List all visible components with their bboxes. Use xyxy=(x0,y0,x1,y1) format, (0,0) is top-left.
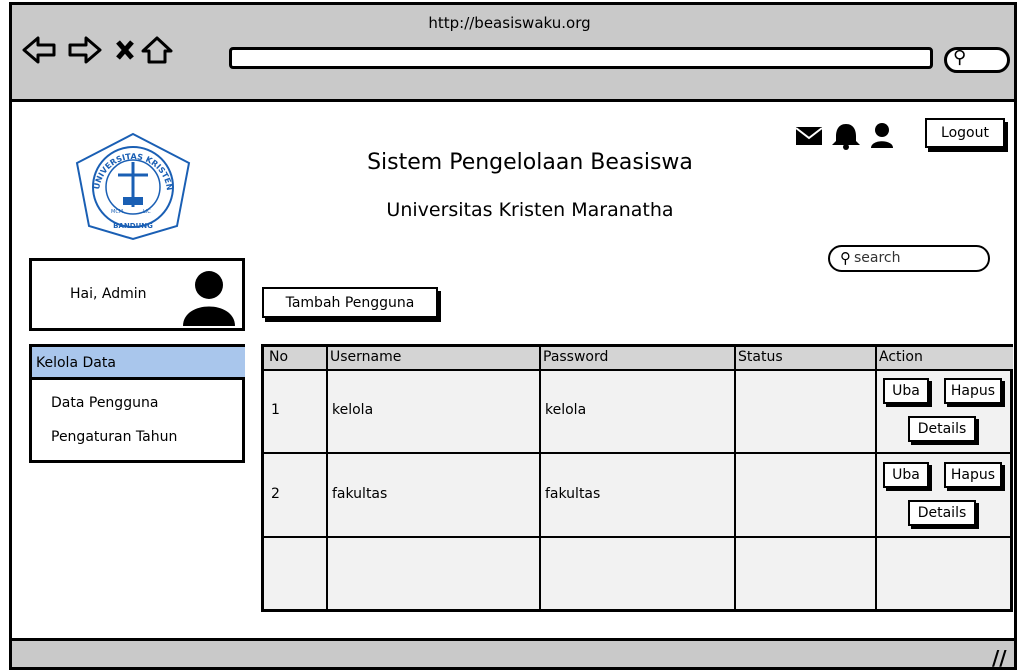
home-icon[interactable] xyxy=(141,36,173,64)
cell-password: fakultas xyxy=(545,486,601,502)
logo-motto-right: LIC xyxy=(143,209,151,215)
cell-password: kelola xyxy=(545,402,587,418)
edit-button[interactable]: Uba xyxy=(883,378,929,404)
url-display: http://beasiswaku.org xyxy=(428,14,591,32)
user-card: Hai, Admin xyxy=(29,258,245,331)
cell-no: 1 xyxy=(271,402,280,418)
browser-search-button[interactable]: ⚲ xyxy=(944,47,1010,73)
sidebar: Kelola Data Data Pengguna Pengaturan Tah… xyxy=(29,344,245,463)
logout-button[interactable]: Logout xyxy=(925,118,1005,148)
users-table: No Username Password Status Action 1 kel… xyxy=(261,344,1013,612)
search-input[interactable]: ⚲ search xyxy=(828,245,990,272)
details-button[interactable]: Details xyxy=(908,416,976,442)
cell-username: kelola xyxy=(332,402,374,418)
search-icon: ⚲ xyxy=(953,47,967,68)
header-icons xyxy=(795,123,893,150)
sidebar-item-kelola-data[interactable]: Kelola Data xyxy=(32,347,245,380)
resize-grip-icon[interactable]: // xyxy=(992,646,1007,670)
back-arrow-icon[interactable] xyxy=(22,36,56,64)
mail-icon[interactable] xyxy=(795,127,823,145)
search-placeholder: search xyxy=(854,250,901,266)
column-header-username: Username xyxy=(330,349,402,365)
column-header-action: Action xyxy=(879,349,923,365)
avatar-icon xyxy=(183,271,235,326)
search-icon: ⚲ xyxy=(840,249,851,267)
sidebar-item-pengaturan-tahun[interactable]: Pengaturan Tahun xyxy=(51,429,177,445)
add-user-button[interactable]: Tambah Pengguna xyxy=(262,287,438,318)
edit-button[interactable]: Uba xyxy=(883,462,929,488)
bell-icon[interactable] xyxy=(832,124,860,150)
logo-bottom-text: BANDUNG xyxy=(113,222,153,230)
address-bar[interactable] xyxy=(229,47,933,69)
delete-button[interactable]: Hapus xyxy=(944,462,1002,488)
column-header-no: No xyxy=(269,349,289,365)
close-icon[interactable] xyxy=(116,40,134,60)
logo-motto-left: MCM xyxy=(111,209,123,215)
university-logo: UNIVERSITAS KRISTEN MARANATHA MCM LIC BA… xyxy=(71,131,191,241)
sidebar-item-data-pengguna[interactable]: Data Pengguna xyxy=(51,395,158,411)
cell-no: 2 xyxy=(271,486,280,502)
user-icon[interactable] xyxy=(871,123,893,148)
page-title: Sistem Pengelolaan Beasiswa xyxy=(367,150,693,175)
cell-username: fakultas xyxy=(332,486,388,502)
status-bar xyxy=(9,638,1017,670)
browser-nav xyxy=(22,36,173,64)
delete-button[interactable]: Hapus xyxy=(944,378,1002,404)
column-header-password: Password xyxy=(543,349,609,365)
details-button[interactable]: Details xyxy=(908,500,976,526)
page-subtitle: Universitas Kristen Maranatha xyxy=(386,199,674,221)
column-header-status: Status xyxy=(738,349,783,365)
forward-arrow-icon[interactable] xyxy=(68,36,102,64)
greeting-text: Hai, Admin xyxy=(70,286,147,302)
